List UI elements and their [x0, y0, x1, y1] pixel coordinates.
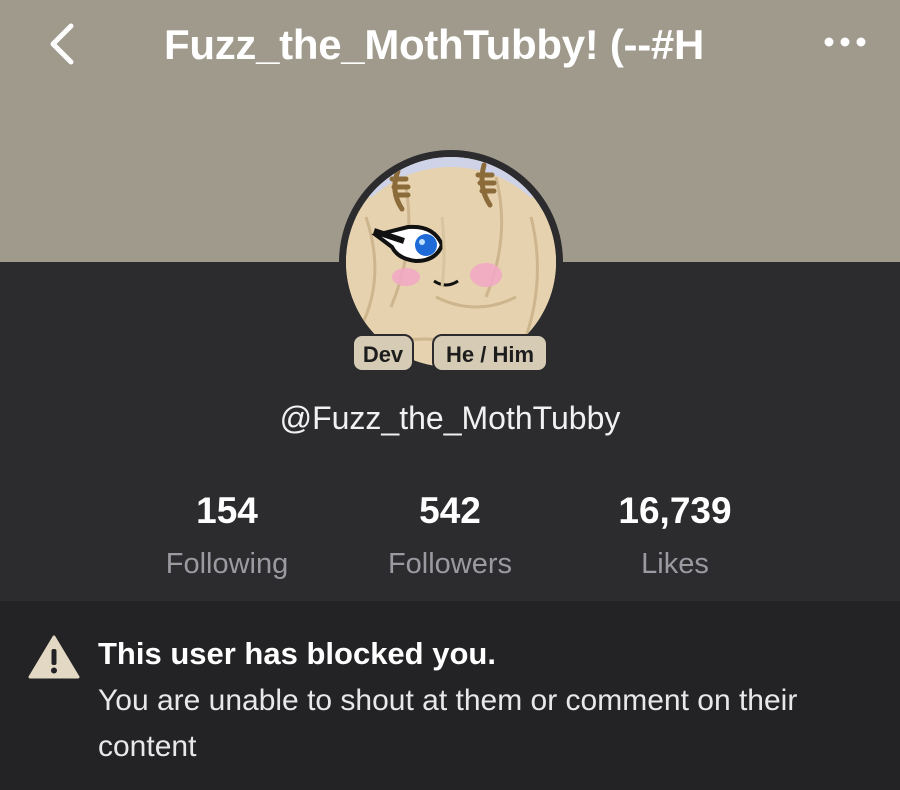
likes-label: Likes	[641, 548, 709, 580]
warning-icon	[28, 635, 80, 679]
followers-stat[interactable]: 542 Followers	[340, 486, 560, 588]
title-fade	[700, 18, 736, 72]
likes-count: 16,739	[618, 490, 732, 531]
following-stat[interactable]: 154 Following	[117, 486, 337, 588]
more-options-button[interactable]	[814, 22, 876, 62]
likes-stat[interactable]: 16,739 Likes	[565, 486, 785, 588]
notice-title: This user has blocked you.	[98, 636, 496, 671]
pronoun-tag: He / Him	[432, 334, 548, 372]
page-title: Fuzz_the_MothTubby! (--#H	[164, 21, 704, 68]
chevron-left-icon	[50, 23, 74, 65]
more-dots-icon	[824, 37, 866, 47]
notice-body: You are unable to shout at them or comme…	[98, 684, 798, 763]
following-label: Following	[165, 548, 289, 580]
followers-count: 542	[419, 490, 481, 531]
following-count: 154	[196, 490, 258, 531]
role-tag: Dev	[352, 334, 414, 372]
back-button[interactable]	[38, 18, 86, 70]
followers-label: Followers	[387, 548, 513, 580]
top-bar: Fuzz_the_MothTubby! (--#H	[0, 0, 900, 92]
username-handle: @Fuzz_the_MothTubby	[279, 400, 621, 436]
page-title-container: Fuzz_the_MothTubby! (--#H	[164, 18, 736, 72]
